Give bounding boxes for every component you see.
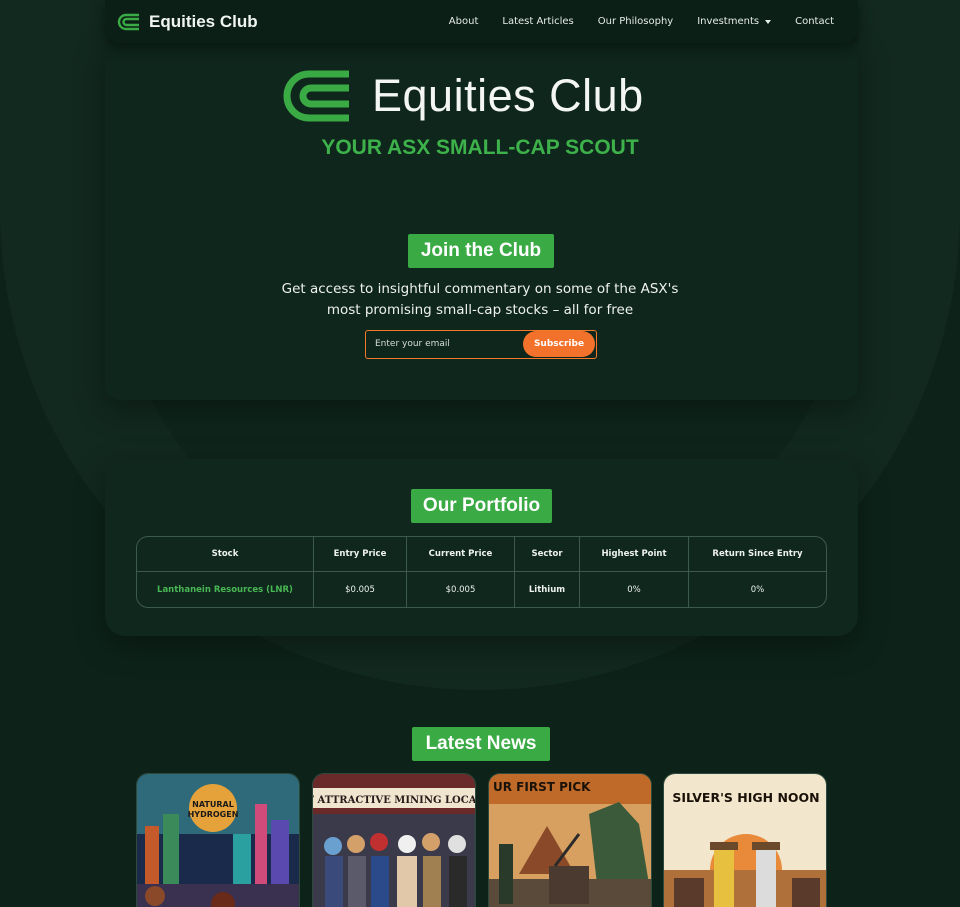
news-image-text: HYDROGEN [188, 810, 239, 819]
news-image-text: NATURAL [192, 800, 234, 809]
news-image-text: T ATTRACTIVE MINING LOCAT [313, 795, 476, 806]
sector-cell: Lithium [514, 572, 579, 607]
nav-about[interactable]: About [449, 16, 479, 27]
stock-link[interactable]: Lanthanein Resources (LNR) [137, 572, 313, 607]
return-cell: 0% [688, 572, 826, 607]
portfolio-heading: Our Portfolio [411, 489, 552, 523]
news-card[interactable]: UR FIRST PICK [488, 773, 652, 907]
news-image-text: UR FIRST PICK [493, 780, 591, 794]
column-header: Return Since Entry [688, 537, 826, 572]
news-card[interactable]: NATURAL HYDROGEN [136, 773, 300, 907]
brand-link[interactable]: Equities Club [117, 12, 258, 32]
hero-title: Equities Club [372, 70, 644, 121]
news-card-image: T ATTRACTIVE MINING LOCAT [313, 774, 476, 907]
join-description: Get access to insightful commentary on s… [0, 279, 960, 321]
column-header: Highest Point [579, 537, 688, 572]
column-header: Stock [137, 537, 313, 572]
news-heading: Latest News [412, 727, 550, 761]
portfolio-table: Stock Entry Price Current Price Sector H… [136, 536, 827, 608]
nav-latest-articles[interactable]: Latest Articles [502, 16, 573, 27]
news-card-image: SILVER'S HIGH NOON [664, 774, 826, 907]
join-description-line: Get access to insightful commentary on s… [281, 281, 679, 297]
email-input[interactable] [375, 331, 515, 357]
navbar: Equities Club About Latest Articles Our … [105, 0, 858, 43]
column-header: Sector [514, 537, 579, 572]
brand-name: Equities Club [149, 11, 258, 31]
news-card-image: NATURAL HYDROGEN [137, 774, 299, 907]
highest-point-cell: 0% [579, 572, 688, 607]
column-header: Entry Price [313, 537, 406, 572]
news-card[interactable]: SILVER'S HIGH NOON [663, 773, 827, 907]
current-price-cell: $0.005 [406, 572, 514, 607]
nav-our-philosophy[interactable]: Our Philosophy [598, 16, 673, 27]
ec-logo-icon [117, 13, 139, 30]
subscribe-button[interactable]: Subscribe [523, 331, 595, 357]
hero-logo: Equities Club [283, 70, 644, 122]
entry-price-cell: $0.005 [313, 572, 406, 607]
ec-logo-icon [283, 70, 349, 122]
news-card[interactable]: T ATTRACTIVE MINING LOCAT [312, 773, 476, 907]
column-header: Current Price [406, 537, 514, 572]
chevron-down-icon [765, 19, 772, 24]
news-image-text: SILVER'S HIGH NOON [672, 790, 819, 805]
news-card-image: UR FIRST PICK [489, 774, 651, 907]
table-header-row: Stock Entry Price Current Price Sector H… [137, 537, 826, 572]
subscribe-form: Subscribe [365, 330, 597, 359]
nav-links: About Latest Articles Our Philosophy Inv… [449, 16, 834, 27]
hero-tagline: YOUR ASX SMALL-CAP SCOUT [321, 136, 639, 159]
join-description-line: most promising small-cap stocks – all fo… [326, 302, 634, 318]
nav-contact[interactable]: Contact [795, 16, 834, 27]
table-row: Lanthanein Resources (LNR) $0.005 $0.005… [137, 572, 826, 607]
nav-investments-label: Investments [697, 16, 760, 27]
nav-investments[interactable]: Investments [697, 16, 772, 27]
join-heading: Join the Club [408, 234, 554, 268]
